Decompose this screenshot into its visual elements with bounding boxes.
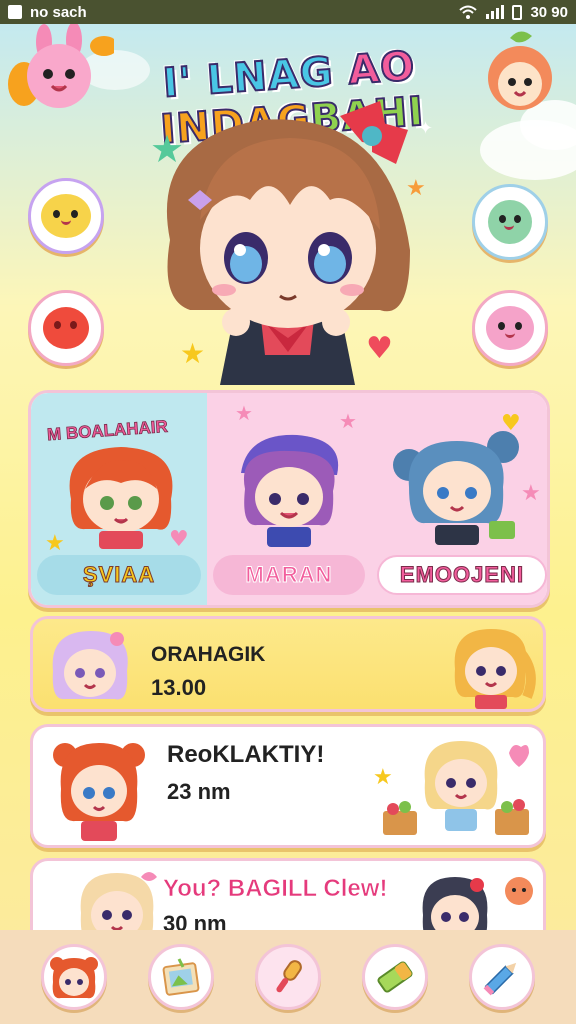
category-label: ŞVIAA: [37, 555, 201, 595]
status-right-text: 30 90: [530, 3, 568, 21]
yellow-chick-icon: [41, 194, 91, 238]
list-card[interactable]: ReoKLAKTIY! 23 nm ★: [30, 724, 546, 848]
nav-character-button[interactable]: [40, 944, 107, 1010]
nav-photo-button[interactable]: [147, 944, 214, 1010]
nav-pencil-button[interactable]: [469, 944, 536, 1010]
photo-card-icon: [162, 958, 200, 996]
yellow-chick-sticker-button[interactable]: [28, 178, 104, 254]
category-tab-1[interactable]: M BOALAHAIR ★ ♥ ŞVIAA: [31, 393, 207, 605]
pink-bear-icon: [486, 306, 534, 350]
hero-character-illustration: [166, 101, 410, 385]
red-tomato-icon: [43, 307, 89, 349]
category-tab-2[interactable]: ★ ★ MARAN: [207, 393, 371, 605]
blonde-gardener-girl-illustration: [383, 741, 529, 835]
heart-icon: ♥: [501, 411, 521, 436]
card-subtitle: 13.00: [151, 675, 207, 700]
category-label: MARAN: [213, 555, 365, 595]
wifi-icon: [459, 5, 478, 19]
red-hair-girl-illustration: [69, 447, 173, 549]
signal-icon: [486, 5, 505, 19]
orange-fruit-icon: [505, 877, 533, 905]
list-card[interactable]: ORAHAGIK 13.00: [30, 616, 546, 712]
nav-microphone-button[interactable]: [254, 944, 321, 1010]
card-title: ORAHAGIK: [151, 643, 266, 666]
bottom-nav: [0, 930, 576, 1024]
red-hair-girl-avatar: [53, 743, 145, 841]
app-icon: [8, 5, 22, 19]
card-title: ReoKLAKTIY!: [167, 741, 325, 768]
green-cat-sticker-button[interactable]: [472, 184, 548, 260]
battery-icon: [512, 4, 523, 20]
purple-hat-girl-illustration: [241, 434, 339, 547]
pencil-icon: [483, 962, 517, 996]
green-cat-icon: [488, 200, 532, 244]
star-icon: ★: [45, 531, 65, 556]
microphone-icon: [276, 960, 302, 993]
status-bar: no sach 30 90: [0, 0, 576, 24]
heart-icon: ♥: [169, 527, 189, 552]
red-tomato-sticker-button[interactable]: [28, 290, 104, 366]
eraser-icon: [377, 961, 413, 993]
pink-bear-sticker-button[interactable]: [472, 290, 548, 366]
category-panel: M BOALAHAIR ★ ♥ ŞVIAA ★ ★ MARAN ♥ ★ EMOO…: [28, 390, 550, 608]
card-title: You? BAGILL Clew!: [163, 875, 388, 903]
card-subtitle: 23 nm: [167, 779, 231, 804]
app-title-part: AO: [346, 42, 418, 95]
star-icon: ★: [235, 401, 253, 425]
blonde-girl-avatar: [454, 629, 536, 709]
star-icon: ★: [521, 481, 541, 506]
blue-hair-girl-illustration: [393, 431, 519, 545]
nav-eraser-button[interactable]: [362, 944, 429, 1010]
lavender-hair-girl-avatar: [52, 631, 128, 700]
category-label: EMOOJENI: [377, 555, 547, 595]
character-avatar-icon: [49, 957, 98, 999]
star-icon: ★: [339, 409, 357, 433]
status-left-text: no sach: [30, 3, 87, 21]
category-tab-3[interactable]: ♥ ★ EMOOJENI: [371, 393, 547, 605]
